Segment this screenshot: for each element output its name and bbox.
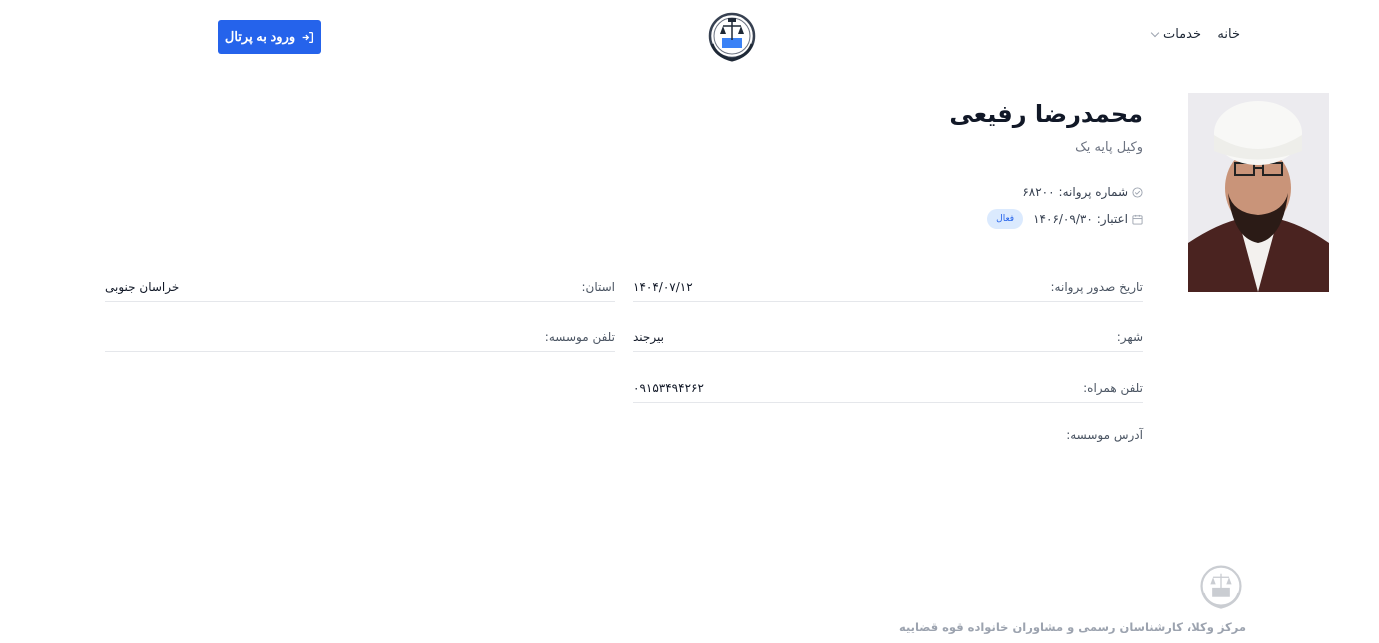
office-phone-label: تلفن موسسه: <box>544 330 615 344</box>
validity-row: اعتبار: ۱۴۰۶/۰۹/۳۰ فعال <box>987 209 1143 229</box>
license-row: شماره پروانه: ۶۸۲۰۰ <box>1022 185 1143 199</box>
calendar-icon <box>1132 214 1143 225</box>
issue-date-row: تاریخ صدور پروانه: ۱۴۰۴/۰۷/۱۲ <box>633 272 1143 302</box>
mobile-label: تلفن همراه: <box>1083 381 1143 395</box>
city-label: شهر: <box>1116 330 1143 344</box>
nav-services[interactable]: خدمات <box>1150 27 1201 42</box>
province-value: خراسان جنوبی <box>105 280 180 294</box>
judiciary-logo <box>708 12 756 62</box>
mobile-row: تلفن همراه: ۰۹۱۵۳۴۹۴۲۶۲ <box>633 373 1143 403</box>
nav-services-label: خدمات <box>1162 27 1201 42</box>
address-label: آدرس موسسه: <box>1066 428 1143 442</box>
nav-home[interactable]: خانه <box>1217 27 1240 42</box>
province-row: استان: خراسان جنوبی <box>105 272 615 302</box>
portal-login-button[interactable]: ورود به پرتال <box>218 20 321 54</box>
city-row: شهر: بیرجند <box>633 322 1143 352</box>
mobile-value: ۰۹۱۵۳۴۹۴۲۶۲ <box>633 381 704 395</box>
check-circle-icon <box>1132 186 1143 198</box>
footer-logo <box>1200 565 1242 609</box>
office-phone-row: تلفن موسسه: <box>105 322 615 352</box>
login-icon <box>302 31 314 43</box>
lawyer-photo <box>1188 93 1329 292</box>
validity-label: اعتبار: <box>1096 212 1128 226</box>
portal-button-label: ورود به پرتال <box>224 29 296 44</box>
footer-text: مرکز وکلا، کارشناسان رسمی و مشاوران خانو… <box>898 620 1246 634</box>
chevron-down-icon <box>1150 28 1160 38</box>
lawyer-rank: وکیل پایه یک <box>1075 140 1143 155</box>
province-label: استان: <box>581 280 615 294</box>
lawyer-name: محمدرضا رفیعی <box>949 100 1143 128</box>
status-badge: فعال <box>987 209 1024 229</box>
validity-date: ۱۴۰۶/۰۹/۳۰ <box>1033 212 1093 226</box>
license-label: شماره پروانه: <box>1058 185 1128 199</box>
license-number: ۶۸۲۰۰ <box>1022 185 1055 199</box>
issue-date-value: ۱۴۰۴/۰۷/۱۲ <box>633 280 693 294</box>
issue-date-label: تاریخ صدور پروانه: <box>1050 280 1144 294</box>
city-value: بیرجند <box>633 330 664 344</box>
